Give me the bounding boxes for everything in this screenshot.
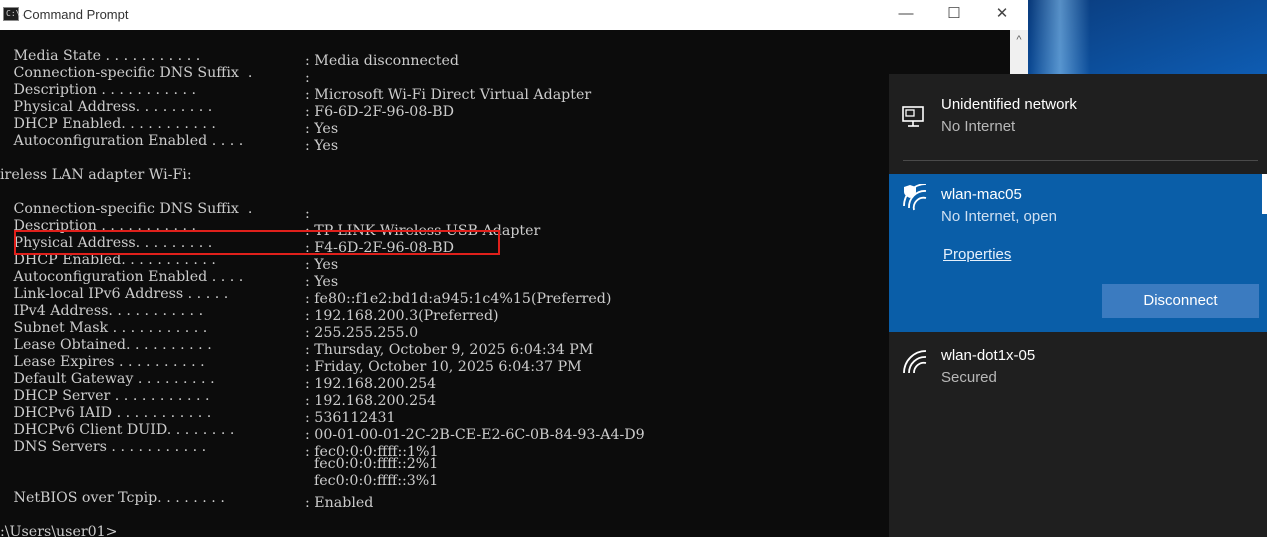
- console-text: :\Users\user01>: [0, 524, 118, 537]
- console-separator: [305, 456, 314, 473]
- console-label: Media State . . . . . . . . . . .: [0, 48, 205, 64]
- console-label: DHCP Enabled. . . . . . . . . . .: [0, 116, 221, 132]
- network-item-wlan-dot1x-05[interactable]: wlan-dot1x-05 Secured: [889, 336, 1267, 406]
- console-separator: [305, 473, 314, 490]
- console-label: Lease Expires . . . . . . . . . .: [0, 354, 210, 370]
- console-text: ireless LAN adapter Wi-Fi:: [0, 167, 192, 183]
- console-separator: :: [305, 138, 315, 154]
- console-line: IPv4 Address. . . . . . . . . . . : 192.…: [0, 303, 499, 324]
- console-value: fec0:0:0:ffff::2%1: [314, 456, 439, 472]
- network-name: wlan-dot1x-05: [941, 347, 1036, 364]
- console-label: DHCP Server . . . . . . . . . . .: [0, 388, 215, 404]
- console-output[interactable]: Media State . . . . . . . . . . . : Medi…: [0, 48, 1010, 537]
- console-separator: :: [305, 495, 315, 511]
- scroll-up-arrow-icon[interactable]: ^: [1010, 30, 1028, 50]
- network-item-wlan-mac05[interactable]: wlan-mac05 No Internet, open Properties …: [889, 174, 1267, 332]
- console-label: Subnet Mask . . . . . . . . . . .: [0, 320, 212, 336]
- console-label: DHCPv6 IAID . . . . . . . . . . .: [0, 405, 216, 421]
- console-label: DHCPv6 Client DUID. . . . . . . .: [0, 422, 239, 438]
- console-label: Physical Address. . . . . . . . .: [0, 99, 217, 115]
- network-item-unidentified[interactable]: Unidentified network No Internet: [889, 74, 1267, 160]
- console-value: Media disconnected: [314, 53, 459, 69]
- console-line: Lease Obtained. . . . . . . . . . : Thur…: [0, 337, 594, 358]
- screen-edge-highlight: [1262, 174, 1267, 214]
- console-line: fec0:0:0:ffff::3%1: [0, 473, 438, 490]
- console-line: Autoconfiguration Enabled . . . . : Yes: [0, 269, 339, 290]
- wifi-icon: [902, 347, 930, 380]
- console-label: Connection-specific DNS Suffix .: [0, 201, 257, 217]
- divider: [903, 160, 1258, 161]
- console-label: Link-local IPv6 Address . . . . .: [0, 286, 233, 302]
- network-flyout[interactable]: Unidentified network No Internet wlan-ma…: [889, 74, 1267, 537]
- console-value: Enabled: [314, 495, 374, 511]
- properties-link[interactable]: Properties: [943, 246, 1011, 263]
- console-label: Autoconfiguration Enabled . . . .: [0, 269, 248, 285]
- console-line: NetBIOS over Tcpip. . . . . . . . : Enab…: [0, 490, 374, 511]
- network-status: Secured: [941, 369, 997, 386]
- console-line: Connection-specific DNS Suffix . :: [0, 65, 314, 86]
- close-button[interactable]: ✕: [979, 0, 1025, 30]
- console-line: Autoconfiguration Enabled . . . . : Yes: [0, 133, 339, 154]
- network-name: Unidentified network: [941, 96, 1077, 113]
- wifi-shield-icon: [902, 183, 930, 219]
- console-label: NetBIOS over Tcpip. . . . . . . .: [0, 490, 230, 506]
- title-bar[interactable]: C:\. Command Prompt — ☐ ✕: [0, 0, 1028, 30]
- minimize-button[interactable]: —: [883, 0, 929, 30]
- maximize-button[interactable]: ☐: [931, 0, 977, 30]
- console-line: fec0:0:0:ffff::2%1: [0, 456, 438, 473]
- ethernet-icon: [902, 105, 928, 134]
- console-line: DNS Servers . . . . . . . . . . . : fec0…: [0, 439, 439, 460]
- disconnect-button[interactable]: Disconnect: [1102, 284, 1259, 318]
- console-line: DHCP Server . . . . . . . . . . . : 192.…: [0, 388, 437, 409]
- console-label: Description . . . . . . . . . . .: [0, 82, 201, 98]
- window-title: Command Prompt: [23, 7, 129, 22]
- console-line: Lease Expires . . . . . . . . . . : Frid…: [0, 354, 582, 375]
- console-label: Autoconfiguration Enabled . . . .: [0, 133, 248, 149]
- highlight-box-physical-address: [14, 230, 500, 255]
- console-line: Default Gateway . . . . . . . . . : 192.…: [0, 371, 437, 392]
- console-line: DHCPv6 Client DUID. . . . . . . . : 00-0…: [0, 422, 645, 443]
- console-label: Connection-specific DNS Suffix .: [0, 65, 257, 81]
- console-line: Link-local IPv6 Address . . . . . : fe80…: [0, 286, 612, 307]
- console-line: Subnet Mask . . . . . . . . . . . : 255.…: [0, 320, 419, 341]
- command-prompt-window[interactable]: C:\. Command Prompt — ☐ ✕ Media State . …: [0, 0, 1028, 537]
- network-status: No Internet, open: [941, 208, 1057, 225]
- network-status: No Internet: [941, 118, 1016, 135]
- console-line: Description . . . . . . . . . . . : Micr…: [0, 82, 592, 103]
- console-value: fec0:0:0:ffff::3%1: [314, 473, 439, 489]
- console-line: Media State . . . . . . . . . . . : Medi…: [0, 48, 459, 69]
- network-name: wlan-mac05: [941, 186, 1022, 203]
- console-value: Yes: [314, 138, 339, 154]
- console-line: :\Users\user01>: [0, 524, 118, 537]
- console-label: IPv4 Address. . . . . . . . . . .: [0, 303, 208, 319]
- console-line: ireless LAN adapter Wi-Fi:: [0, 167, 192, 184]
- console-line: Connection-specific DNS Suffix . :: [0, 201, 314, 222]
- console-label: DNS Servers . . . . . . . . . . .: [0, 439, 211, 455]
- cmd-app-icon: C:\.: [3, 7, 25, 21]
- console-label: Default Gateway . . . . . . . . .: [0, 371, 220, 387]
- console-line: Physical Address. . . . . . . . . : F6-6…: [0, 99, 454, 120]
- console-label: Lease Obtained. . . . . . . . . .: [0, 337, 217, 353]
- console-line: DHCPv6 IAID . . . . . . . . . . . : 5361…: [0, 405, 396, 426]
- console-line: DHCP Enabled. . . . . . . . . . . : Yes: [0, 116, 339, 137]
